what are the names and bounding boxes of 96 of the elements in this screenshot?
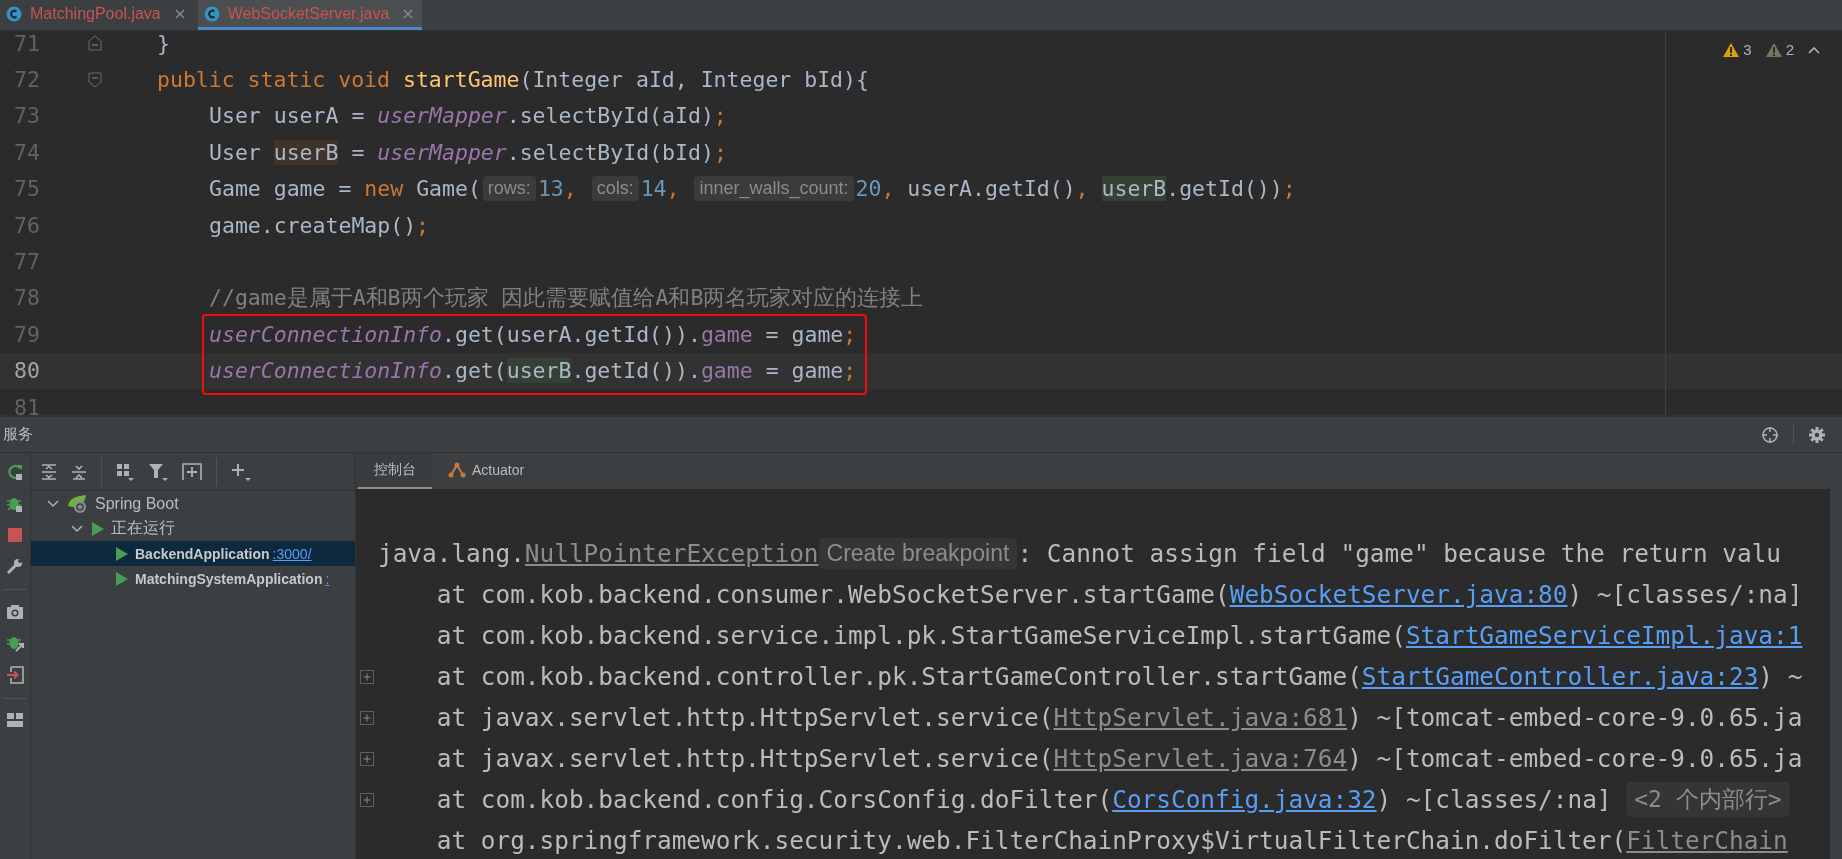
layout-icon[interactable] [7, 713, 23, 727]
group-icon[interactable] [116, 462, 134, 481]
console-text: at com.kob.backend.consumer.WebSocketServer.startGame( [435, 580, 1230, 609]
code-text: //game是属于A和B两个玩家 因此需要赋值给A和B两名玩家对应的连接上 [209, 284, 924, 313]
url-link[interactable]: : [325, 570, 330, 587]
debug-icon[interactable] [6, 634, 24, 652]
line-number: 78 [13, 285, 40, 311]
code-text: 20, userA.getId(), [855, 176, 1090, 202]
parameter-hint: rows: [482, 176, 536, 202]
run-icon [115, 545, 129, 562]
tree-item[interactable]: BackendApplication :3000/ [31, 541, 355, 566]
class-icon [203, 5, 220, 22]
stack-trace-link[interactable]: StartGameController.java:23 [1361, 662, 1759, 691]
warning-icon[interactable] [1723, 42, 1740, 57]
network-icon [448, 462, 466, 478]
line-number: 76 [13, 212, 40, 238]
run-icon [91, 520, 105, 537]
stop-icon[interactable] [7, 527, 23, 543]
debug-icon[interactable] [6, 495, 24, 513]
console-text: ) ~[tomcat-embed-core-9.0.65.ja [1347, 744, 1803, 773]
camera-icon[interactable] [6, 604, 24, 620]
filter-icon[interactable] [148, 462, 168, 481]
console-text: at org.springframework.security.web.FilterChainProxy$VirtualFilterChain.doFilter( [435, 826, 1627, 855]
stack-trace-link[interactable]: StartGameServiceImpl.java:1 [1405, 621, 1803, 650]
stack-trace-link[interactable]: CorsConfig.java:32 [1112, 785, 1377, 814]
rerun-icon[interactable] [6, 463, 24, 481]
close-icon[interactable] [403, 8, 414, 19]
stack-trace-link[interactable]: HttpServlet.java:764 [1053, 744, 1348, 773]
stack-trace-link[interactable]: WebSocketServer.java:80 [1229, 580, 1568, 609]
code-text: userConnectionInfo.get(userA.getId()).game = game; [209, 321, 857, 347]
panel-title: 服务 [3, 425, 33, 444]
close-icon[interactable] [174, 8, 185, 19]
settings-icon[interactable] [1808, 425, 1826, 444]
url-link[interactable]: :3000/ [272, 545, 312, 562]
line-number: 74 [13, 139, 40, 165]
usage-highlight: userB [506, 358, 572, 384]
parameter-hint: cols: [591, 176, 639, 202]
console-text: ) ~[classes/:na] [1567, 580, 1803, 609]
line-number: 71 [13, 31, 40, 56]
line-number: 75 [13, 176, 40, 202]
line-number: 72 [13, 67, 40, 93]
run-icon [115, 570, 129, 587]
problem-count: 3 [1743, 41, 1752, 58]
console-text: : Cannot assign field "game" because the return valu [1017, 539, 1781, 568]
new-tab-icon[interactable] [182, 462, 202, 481]
add-icon[interactable] [231, 462, 251, 481]
line-number: 79 [13, 321, 40, 347]
stack-trace-link[interactable]: FilterChain [1626, 826, 1788, 855]
code-text: game.createMap(); [209, 212, 430, 238]
wrench-icon[interactable] [6, 557, 24, 575]
console-text: at com.kob.backend.service.impl.pk.StartGameServiceImpl.startGame( [435, 621, 1406, 650]
target-icon[interactable] [1761, 425, 1779, 444]
code-text: } [157, 31, 170, 56]
stack-trace-link[interactable]: NullPointerException [524, 539, 819, 568]
line-number: 81 [13, 394, 40, 415]
console-text: ) ~[classes/:na] [1376, 785, 1613, 814]
code-text: = userMapper.selectById(bId); [350, 139, 727, 165]
line-number: 73 [13, 103, 40, 129]
console-tab[interactable]: Actuator [432, 453, 541, 489]
usage-highlight: userB [273, 139, 339, 165]
code-text: .getId()); [1166, 176, 1296, 202]
collapse-all-icon[interactable] [71, 463, 87, 480]
tree-item[interactable]: 正在运行 [31, 516, 355, 541]
chevron-up-icon[interactable] [1808, 45, 1820, 54]
code-text: User userA = userMapper.selectById(aId); [209, 103, 727, 129]
chevron-down-icon[interactable] [71, 524, 83, 533]
line-number: 80 [13, 358, 40, 384]
class-icon [6, 5, 22, 22]
console-text: ) ~ [1758, 662, 1803, 691]
console-text: at javax.servlet.http.HttpServlet.service( [435, 703, 1054, 732]
stack-trace-link[interactable]: HttpServlet.java:681 [1053, 703, 1348, 732]
parameter-hint: inner_walls_count: [694, 176, 854, 202]
console-text: at com.kob.backend.controller.pk.StartGameController.startGame( [435, 662, 1362, 691]
console-text: ) ~[tomcat-embed-core-9.0.65.ja [1347, 703, 1803, 732]
warning-icon[interactable] [1765, 42, 1782, 57]
line-number: 77 [13, 249, 40, 275]
code-text: userConnectionInfo.get( [209, 358, 507, 384]
code-text: Game game = new Game( [209, 176, 481, 202]
exit-icon[interactable] [6, 666, 24, 684]
tree-item[interactable]: MatchingSystemApplication : [31, 566, 355, 591]
console-text: at com.kob.backend.config.CorsConfig.doFilter( [435, 785, 1113, 814]
code-text: .getId()).game = game; [571, 358, 857, 384]
tree-item[interactable]: Spring Boot [31, 491, 355, 516]
code-text: User [209, 139, 262, 165]
inline-hint: Create breakpoint [818, 538, 1018, 569]
code-text: 13, [537, 176, 578, 202]
leaf-icon [67, 493, 89, 514]
problem-count: 2 [1785, 41, 1794, 58]
code-text: public static void startGame(Integer aId, Integer bId){ [157, 67, 869, 93]
chevron-down-icon[interactable] [47, 499, 59, 508]
console-text: at javax.servlet.http.HttpServlet.service( [435, 744, 1054, 773]
console-text: java.lang. [378, 539, 525, 568]
expand-all-icon[interactable] [41, 463, 57, 480]
inline-hint: <2 个内部行> [1626, 782, 1790, 817]
code-text: 14, [640, 176, 681, 202]
usage-highlight: userB [1101, 176, 1167, 202]
